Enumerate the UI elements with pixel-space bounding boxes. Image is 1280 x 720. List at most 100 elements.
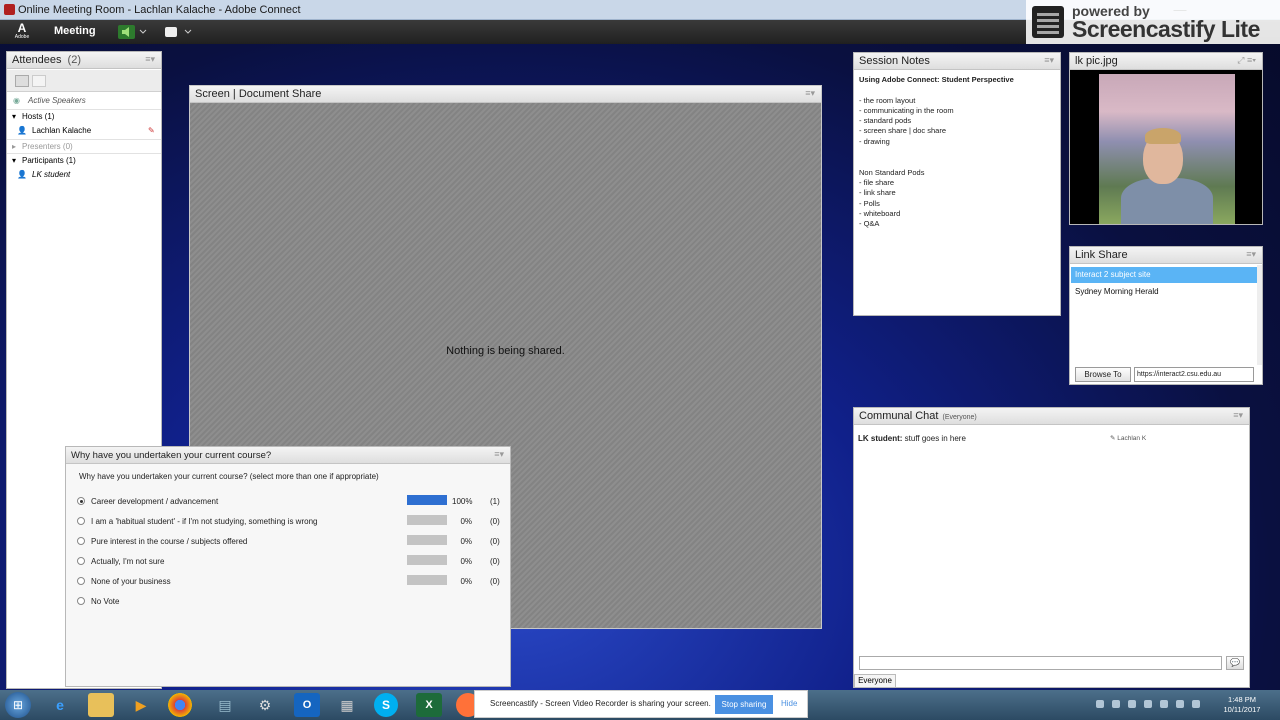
pod-menu-icon[interactable]: ≡▾: [1044, 55, 1054, 66]
radio-button[interactable]: [77, 557, 85, 565]
poll-option[interactable]: None of your business 0% (0): [66, 575, 512, 595]
result-percent: 0%: [460, 537, 472, 546]
typing-indicator: ✎ Lachlan K: [1110, 435, 1147, 442]
result-count: (0): [490, 537, 500, 546]
internet-explorer-icon[interactable]: e: [47, 693, 73, 717]
result-bar-fill: [407, 495, 447, 505]
participants-group[interactable]: ▾ Participants (1): [7, 153, 161, 167]
poll-option[interactable]: No Vote: [66, 595, 512, 615]
adobe-logo: A Adobe: [14, 21, 30, 40]
pod-header: Attendees (2) ≡▾: [7, 52, 161, 69]
grid-view-icon[interactable]: [32, 75, 46, 87]
tools-icon[interactable]: ⚙: [252, 693, 278, 717]
notes-line: - link share: [859, 188, 896, 198]
radio-button[interactable]: [77, 517, 85, 525]
outlook-icon[interactable]: O: [294, 693, 320, 717]
host-user-icon: 👤: [17, 126, 27, 135]
meeting-menu[interactable]: Meeting: [54, 25, 96, 37]
tray-icon[interactable]: [1128, 700, 1136, 708]
hosts-group[interactable]: ▾ Hosts (1): [7, 109, 161, 123]
chat-sender: LK student:: [858, 434, 903, 443]
attendees-count: (2): [67, 54, 81, 66]
volume-icon[interactable]: [1176, 700, 1184, 708]
flag-icon[interactable]: [1192, 700, 1200, 708]
adobe-connect-icon: [4, 4, 15, 15]
radio-button[interactable]: [77, 597, 85, 605]
screen-share-title: Screen | Document Share: [195, 88, 322, 100]
radio-button[interactable]: [77, 577, 85, 585]
attendee-row-participant[interactable]: 👤 LK student: [7, 168, 161, 182]
poll-option[interactable]: I am a 'habitual student' - if I'm not s…: [66, 515, 512, 535]
result-bar: [407, 515, 447, 525]
pod-menu-icon[interactable]: ≡▾: [145, 54, 155, 65]
pod-menu-icon[interactable]: ≡▾: [805, 88, 815, 99]
pod-header: Screen | Document Share ≡▾: [190, 86, 821, 103]
notes-body[interactable]: Using Adobe Connect: Student Perspective…: [854, 70, 1060, 234]
attendee-view-toolbar: [7, 70, 161, 92]
expand-icon: ▸: [12, 142, 17, 151]
list-view-icon[interactable]: [15, 75, 29, 87]
pod-menu-icon[interactable]: ≡▾: [1246, 249, 1256, 260]
system-clock[interactable]: 1:48 PM 10/11/2017: [1222, 695, 1262, 715]
poll-option[interactable]: Career development / advancement 100% (1): [66, 495, 512, 515]
tray-icon[interactable]: [1112, 700, 1120, 708]
document-icon[interactable]: ▤: [212, 693, 238, 717]
poll-pod: Why have you undertaken your current cou…: [65, 446, 511, 687]
speaker-icon: ◉: [13, 96, 20, 105]
pod-menu-icon[interactable]: ≡▾: [494, 449, 504, 460]
send-message-icon[interactable]: 💬: [1226, 656, 1244, 670]
pod-menu-icon[interactable]: ⤢ ≡▾: [1237, 55, 1256, 66]
scrollbar[interactable]: [1257, 265, 1262, 365]
file-explorer-icon[interactable]: [88, 693, 114, 717]
result-bar: [407, 555, 447, 565]
mic-muted-icon: ✎: [148, 126, 155, 135]
result-count: (1): [490, 497, 500, 506]
poll-option[interactable]: Pure interest in the course / subjects o…: [66, 535, 512, 555]
result-percent: 100%: [452, 497, 473, 506]
chat-audience: (Everyone): [942, 414, 977, 421]
browse-to-button[interactable]: Browse To: [1075, 367, 1131, 382]
presenters-group[interactable]: ▸ Presenters (0): [7, 139, 161, 153]
pod-header: Communal Chat (Everyone) ≡▾: [854, 408, 1249, 425]
collapse-icon: ▾: [12, 112, 17, 121]
collapse-icon: ▾: [12, 156, 17, 165]
chat-input[interactable]: [859, 656, 1222, 670]
network-icon[interactable]: [1160, 700, 1168, 708]
stop-sharing-button[interactable]: Stop sharing: [715, 695, 773, 714]
url-input[interactable]: https://interact2.csu.edu.au: [1134, 367, 1254, 382]
link-item[interactable]: Sydney Morning Herald: [1071, 284, 1258, 300]
calculator-icon[interactable]: ▦: [334, 693, 360, 717]
radio-button[interactable]: [77, 497, 85, 505]
result-bar: [407, 575, 447, 585]
excel-icon[interactable]: X: [416, 693, 442, 717]
tray-icon[interactable]: [1096, 700, 1104, 708]
notes-line: - the room layout: [859, 95, 916, 105]
notes-title: Session Notes: [859, 55, 930, 67]
chat-recipient-button[interactable]: Everyone: [854, 674, 896, 688]
pod-menu-icon[interactable]: ≡▾: [1233, 410, 1243, 421]
speaker-icon[interactable]: [118, 24, 148, 40]
webcam-icon[interactable]: [163, 24, 193, 40]
skype-icon[interactable]: S: [374, 693, 398, 717]
film-icon: [1032, 6, 1064, 38]
notes-line: - drawing: [859, 136, 890, 146]
notes-line: [859, 147, 1055, 157]
media-player-icon[interactable]: ▶: [128, 693, 154, 717]
notes-line: Non Standard Pods: [859, 167, 925, 177]
poll-title: Why have you undertaken your current cou…: [71, 450, 272, 461]
link-item[interactable]: Interact 2 subject site: [1071, 267, 1258, 283]
chrome-icon[interactable]: [168, 693, 192, 717]
attendee-row-host[interactable]: 👤 Lachlan Kalache ✎: [7, 124, 161, 138]
windows-start-icon[interactable]: ⊞: [5, 692, 31, 718]
tray-icon[interactable]: [1144, 700, 1152, 708]
result-bar: [407, 535, 447, 545]
screencastify-watermark: powered by Screencastify Lite: [1026, 0, 1280, 44]
pod-header: Session Notes ≡▾: [854, 53, 1060, 70]
poll-option-label: Career development / advancement: [91, 497, 219, 506]
poll-option[interactable]: Actually, I'm not sure 0% (0): [66, 555, 512, 575]
link-share-pod: Link Share ≡▾ Interact 2 subject site Sy…: [1069, 246, 1263, 385]
chat-title: Communal Chat: [859, 410, 939, 422]
hide-button[interactable]: Hide: [781, 699, 797, 708]
radio-button[interactable]: [77, 537, 85, 545]
image-title: lk pic.jpg: [1075, 55, 1118, 67]
